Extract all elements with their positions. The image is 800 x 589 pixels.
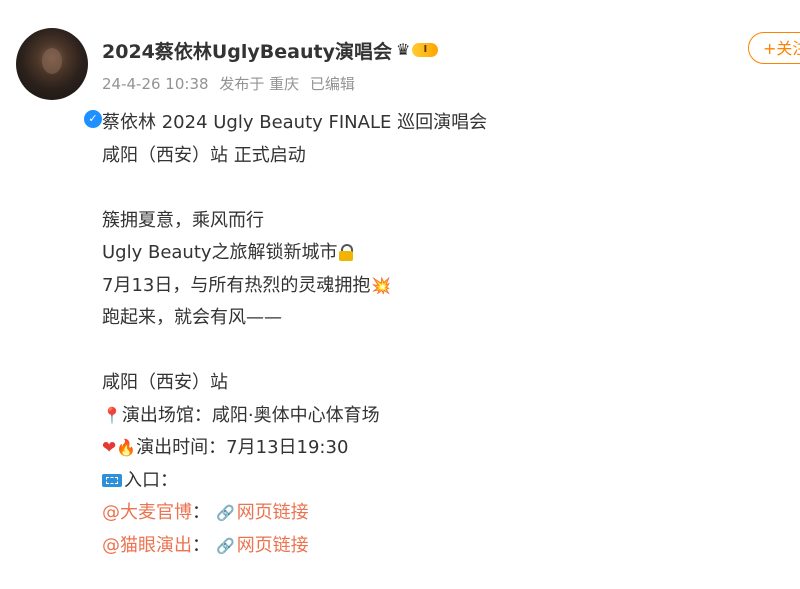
ticket-link-line: @大麦官博： 🔗 网页链接 [102,497,487,530]
post-meta: 24-4-26 10:38 发布于 重庆 已编辑 [102,73,361,94]
content-line: Ugly Beauty之旅解锁新城市 [102,237,487,270]
separator: ： [192,502,210,523]
verified-badge-icon: ✓ [82,108,104,130]
content-line: 跑起来，就会有风—— [102,307,282,328]
link-icon: 🔗 [216,536,235,555]
vip-level: I [412,43,439,57]
showtime-line: ❤🔥演出时间：7月13日19:30 [102,432,487,465]
separator: ： [192,534,210,556]
venue-text: 演出场馆：咸阳·奥体中心体育场 [121,404,380,426]
venue-line: 📍演出场馆：咸阳·奥体中心体育场 [102,400,487,433]
vip-badge[interactable]: ♛ I [396,40,439,59]
link-icon: 🔗 [216,504,235,522]
mention-damai-link[interactable]: @大麦官博 [102,502,192,523]
red-heart-icon: ❤ [102,438,117,458]
post-timestamp[interactable]: 24-4-26 10:38 [102,75,209,93]
content-line: 簇拥夏意，乘风而行 [102,209,264,231]
lock-icon [338,244,353,261]
web-link[interactable]: 网页链接 [237,502,309,523]
ticket-icon [102,473,122,487]
follow-button[interactable]: +关注 [748,32,800,64]
author-name[interactable]: 2024蔡依林UglyBeauty演唱会 [102,37,392,64]
round-pushpin-icon: 📍 [102,405,122,425]
content-line: 咸阳（西安）站 正式启动 [102,144,306,166]
content-text: Ugly Beauty之旅解锁新城市 [102,242,338,263]
web-link[interactable]: 网页链接 [237,535,309,556]
content-line: 咸阳（西安）站 [102,372,228,393]
edited-label[interactable]: 已编辑 [310,75,355,93]
post-content: 蔡依林 2024 Ugly Beauty FINALE 巡回演唱会 咸阳（西安）… [102,107,487,562]
author-avatar[interactable]: ✓ [16,28,104,130]
mention-maoyan-link[interactable]: @猫眼演出 [102,535,192,556]
showtime-text: 演出时间：7月13日19:30 [136,437,349,458]
collision-icon: 💥 [371,275,392,295]
content-line: 7月13日，与所有热烈的灵魂拥抱💥 [102,270,487,303]
avatar-face [42,48,62,74]
content-line: 蔡依林 2024 Ugly Beauty FINALE 巡回演唱会 [102,112,488,133]
content-text: 7月13日，与所有热烈的灵魂拥抱 [102,274,371,296]
crown-icon: ♛ [396,40,411,59]
entry-text: 入口： [124,469,178,491]
ticket-link-line: @猫眼演出： 🔗 网页链接 [102,530,487,563]
fire-icon: 🔥 [116,438,137,457]
post-source: 发布于 重庆 [219,75,300,93]
entry-line: 入口： [102,465,487,498]
